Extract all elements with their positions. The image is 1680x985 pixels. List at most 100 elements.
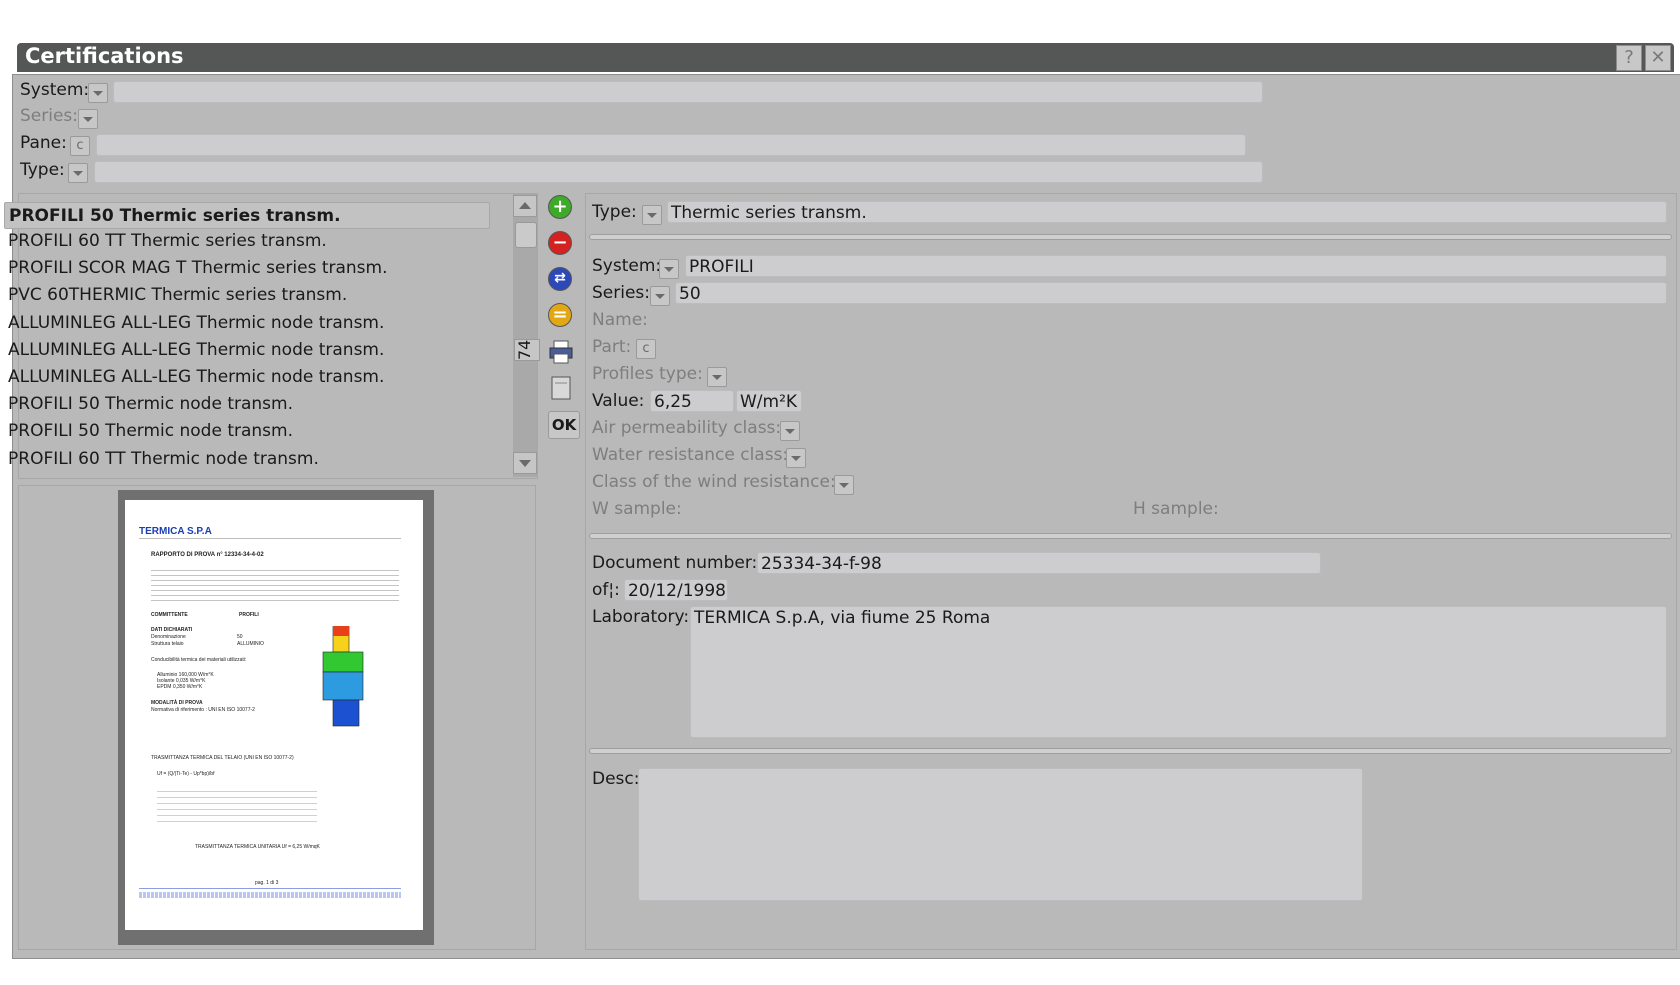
doc-struttura-value: ALLUMINIO	[237, 641, 264, 647]
detail-system-field[interactable]: PROFILI	[685, 255, 1667, 277]
detail-type-label: Type:	[592, 202, 637, 222]
separator-3	[589, 748, 1672, 754]
equal-button[interactable]: =	[548, 303, 574, 329]
doc-body-text	[151, 566, 399, 602]
add-button[interactable]: +	[548, 195, 574, 221]
filter-series-label: Series:	[20, 106, 79, 126]
delete-button[interactable]: −	[548, 231, 574, 257]
detail-doc-number-label: Document number:	[592, 553, 758, 573]
doc-formula: Uf = (Q/(Ti-Te) - Up*bp)/bf	[157, 771, 215, 777]
detail-of-label: of¦:	[592, 580, 620, 600]
doc-footer-text	[139, 892, 401, 898]
detail-h-sample-label: H sample:	[1133, 499, 1219, 519]
swap-circle-icon: ⇄	[548, 267, 572, 291]
detail-value-field[interactable]: 6,25	[650, 390, 734, 412]
detail-wind-dropdown[interactable]	[834, 475, 854, 495]
list-item[interactable]: PROFILI 50 Thermic series transm.	[4, 202, 490, 229]
filter-system-field[interactable]	[113, 81, 1263, 103]
document-button[interactable]	[548, 375, 574, 401]
doc-variables	[157, 786, 317, 826]
list-record-count: 74	[514, 339, 540, 361]
filter-system-label: System:	[20, 80, 90, 100]
thermal-profile-figure	[322, 626, 364, 727]
filter-pane-label: Pane:	[20, 133, 67, 153]
window-title: Certifications	[25, 44, 184, 68]
doc-committente: COMMITTENTE	[151, 612, 188, 618]
filter-type-field[interactable]	[94, 161, 1263, 183]
detail-value-unit: W/m²K	[736, 390, 802, 412]
detail-w-sample-label: W sample:	[592, 499, 682, 519]
detail-profiles-type-dropdown[interactable]	[707, 367, 727, 387]
arrow-down-icon	[519, 460, 531, 467]
doc-committente-value: PROFILI	[239, 612, 259, 618]
list-item[interactable]: PVC 60THERMIC Thermic series transm.	[8, 285, 347, 305]
detail-air-label: Air permeability class:	[592, 418, 782, 438]
help-button[interactable]: ?	[1616, 45, 1642, 71]
detail-date-field[interactable]: 20/12/1998	[624, 579, 728, 601]
detail-doc-number-field[interactable]: 25334-34-f-98	[757, 552, 1321, 574]
filter-type-label: Type:	[20, 160, 65, 180]
filter-system-dropdown[interactable]	[88, 83, 108, 103]
filter-pane-clear-button[interactable]: c	[70, 136, 90, 156]
ok-button[interactable]: OK	[548, 411, 580, 439]
detail-water-label: Water resistance class:	[592, 445, 789, 465]
detail-type-dropdown[interactable]	[642, 205, 662, 225]
plus-circle-icon: +	[548, 195, 572, 219]
doc-conducibilita: Conducibilità termica dei materiali util…	[151, 657, 247, 663]
list-item[interactable]: ALLUMINLEG ALL-LEG Thermic node transm.	[8, 313, 384, 333]
detail-system-dropdown[interactable]	[659, 259, 679, 279]
detail-air-dropdown[interactable]	[780, 421, 800, 441]
arrow-up-icon	[519, 202, 531, 209]
detail-series-dropdown[interactable]	[650, 286, 670, 306]
detail-laboratory-field[interactable]: TERMICA S.p.A, via fiume 25 Roma	[690, 606, 1667, 738]
doc-unitaria: TRASMITTANZA TERMICA UNITARIA Uf = 6,25 …	[195, 844, 320, 850]
doc-dati: DATI DICHIARATI	[151, 627, 193, 633]
document-icon	[551, 376, 571, 400]
doc-denominazione-value: 50	[237, 634, 243, 640]
print-button[interactable]	[548, 339, 574, 365]
detail-laboratory-label: Laboratory:	[592, 607, 690, 627]
detail-series-field[interactable]: 50	[675, 282, 1667, 304]
list-item[interactable]: ALLUMINLEG ALL-LEG Thermic node transm.	[8, 340, 384, 360]
scroll-up-button[interactable]	[513, 195, 537, 217]
doc-struttura: Struttura telaio	[151, 641, 184, 647]
doc-normativa: Normativa di riferimento : UNI EN ISO 10…	[151, 707, 255, 713]
doc-footer-rule	[139, 888, 401, 889]
filter-type-dropdown[interactable]	[68, 163, 88, 183]
detail-desc-field[interactable]	[638, 768, 1363, 901]
list-item[interactable]: ALLUMINLEG ALL-LEG Thermic node transm.	[8, 367, 384, 387]
separator-1	[589, 234, 1672, 240]
document-preview[interactable]: TERMICA S.P.A RAPPORTO DI PROVA n° 12334…	[125, 500, 423, 930]
detail-water-dropdown[interactable]	[786, 448, 806, 468]
doc-report-number: RAPPORTO DI PROVA n° 12334-34-4-02	[151, 552, 264, 558]
list-item[interactable]: PROFILI 50 Thermic node transm.	[8, 421, 293, 441]
list-item[interactable]: PROFILI 60 TT Thermic series transm.	[8, 231, 327, 251]
detail-system-label: System:	[592, 256, 662, 276]
detail-profiles-type-label: Profiles type:	[592, 364, 703, 384]
list-item[interactable]: PROFILI 50 Thermic node transm.	[8, 394, 293, 414]
doc-trasmittanza: TRASMITTANZA TERMICA DEL TELAIO (UNI EN …	[151, 755, 294, 761]
detail-value-label: Value:	[592, 391, 645, 411]
separator-2	[589, 533, 1672, 539]
detail-series-label: Series:	[592, 283, 651, 303]
doc-page: pag. 1 di 3	[255, 880, 279, 886]
doc-denominazione: Denominazione	[151, 634, 186, 640]
detail-desc-label: Desc:	[592, 769, 640, 789]
scroll-down-button[interactable]	[513, 452, 537, 474]
doc-company: TERMICA S.P.A	[139, 526, 212, 537]
list-item[interactable]: PROFILI 60 TT Thermic node transm.	[8, 449, 319, 469]
doc-rule	[139, 538, 401, 539]
detail-part-clear-button[interactable]: c	[636, 339, 656, 359]
list-item[interactable]: PROFILI SCOR MAG T Thermic series transm…	[8, 258, 388, 278]
equal-circle-icon: =	[548, 303, 572, 327]
close-button[interactable]: ✕	[1645, 45, 1671, 71]
detail-name-label: Name:	[592, 310, 648, 330]
filter-series-dropdown[interactable]	[78, 109, 98, 129]
detail-part-label: Part:	[592, 337, 632, 357]
filter-pane-field[interactable]	[96, 134, 1246, 156]
list-scrollbar-thumb[interactable]	[515, 222, 537, 248]
minus-circle-icon: −	[548, 231, 572, 255]
doc-modalita: MODALITÀ DI PROVA	[151, 700, 203, 706]
detail-type-field[interactable]: Thermic series transm.	[667, 201, 1667, 223]
swap-button[interactable]: ⇄	[548, 267, 574, 293]
